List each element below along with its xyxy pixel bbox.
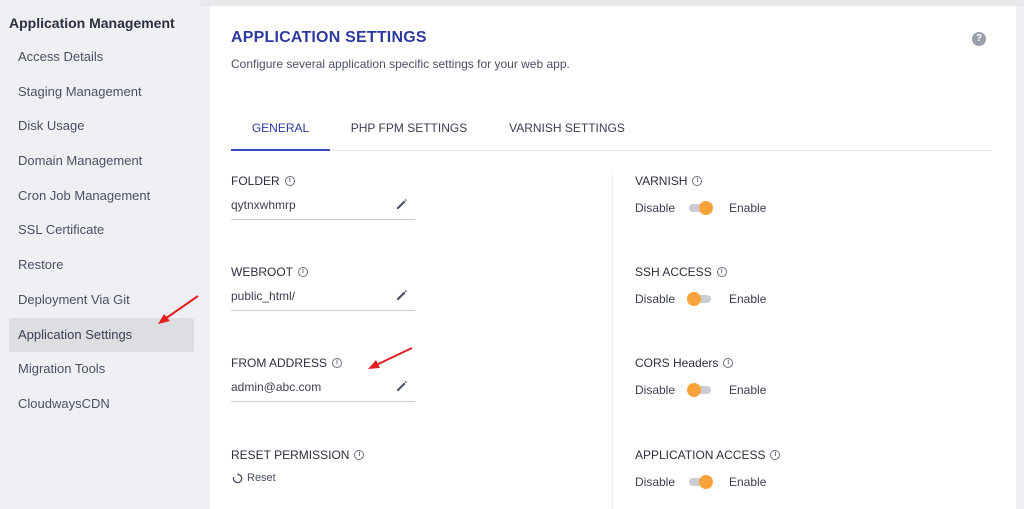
sidebar-item-staging-management[interactable]: Staging Management <box>9 75 194 110</box>
varnish-label: VARNISH i <box>635 174 703 188</box>
reset-permission-label: RESET PERMISSION i <box>231 448 365 462</box>
webroot-label: WEBROOT i <box>231 265 308 279</box>
sidebar-item-ssl-certificate[interactable]: SSL Certificate <box>9 213 194 248</box>
reset-button[interactable]: Reset <box>232 472 276 484</box>
info-icon[interactable]: i <box>354 450 365 460</box>
tab-general[interactable]: GENERAL <box>231 109 330 151</box>
varnish-toggle[interactable] <box>687 201 713 215</box>
tab-php-fpm-settings[interactable]: PHP FPM SETTINGS <box>339 109 479 151</box>
folder-label: FOLDER i <box>231 174 295 188</box>
cors-headers-label: CORS Headers i <box>635 356 734 370</box>
from-address-field[interactable]: admin@abc.com <box>231 376 415 402</box>
sidebar-item-deployment-via-git[interactable]: Deployment Via Git <box>9 283 194 318</box>
from-address-value: admin@abc.com <box>231 380 322 394</box>
info-icon[interactable]: i <box>716 267 727 277</box>
info-icon[interactable]: i <box>770 450 781 460</box>
main-panel: APPLICATION SETTINGS Configure several a… <box>210 6 1016 509</box>
info-icon[interactable]: i <box>692 176 703 186</box>
sidebar-item-disk-usage[interactable]: Disk Usage <box>9 109 194 144</box>
varnish-toggle-row: Disable Enable <box>635 201 767 215</box>
column-divider <box>612 174 613 509</box>
help-icon[interactable]: ? <box>972 32 986 46</box>
info-icon[interactable]: i <box>284 176 295 186</box>
pencil-icon[interactable] <box>395 379 409 393</box>
info-icon[interactable]: i <box>723 358 734 368</box>
application-access-toggle[interactable] <box>687 475 713 489</box>
sidebar-item-cron-job-management[interactable]: Cron Job Management <box>9 179 194 214</box>
ssh-access-toggle-row: Disable Enable <box>635 292 767 306</box>
webroot-field[interactable]: public_html/ <box>231 285 415 311</box>
sidebar-item-domain-management[interactable]: Domain Management <box>9 144 194 179</box>
application-access-toggle-row: Disable Enable <box>635 475 767 489</box>
cors-headers-toggle[interactable] <box>687 383 713 397</box>
info-icon[interactable]: i <box>298 267 308 277</box>
webroot-value: public_html/ <box>231 289 296 303</box>
application-access-label: APPLICATION ACCESS i <box>635 448 781 462</box>
from-address-label: FROM ADDRESS i <box>231 356 343 370</box>
sidebar-item-access-details[interactable]: Access Details <box>9 40 194 75</box>
ssh-access-label: SSH ACCESS i <box>635 265 727 279</box>
folder-value: qytnxwhmrp <box>231 198 296 212</box>
refresh-icon <box>232 472 243 483</box>
pencil-icon[interactable] <box>395 197 409 211</box>
sidebar-item-migration-tools[interactable]: Migration Tools <box>9 352 194 387</box>
page-title: APPLICATION SETTINGS <box>231 29 427 46</box>
sidebar-list: Access Details Staging Management Disk U… <box>9 40 194 422</box>
tab-varnish-settings[interactable]: VARNISH SETTINGS <box>497 109 637 151</box>
sidebar-item-cloudwayscdn[interactable]: CloudwaysCDN <box>9 387 194 422</box>
folder-field[interactable]: qytnxwhmrp <box>231 194 415 220</box>
settings-tabs: GENERAL PHP FPM SETTINGS VARNISH SETTING… <box>231 109 992 151</box>
info-icon[interactable]: i <box>332 358 343 368</box>
pencil-icon[interactable] <box>395 288 409 302</box>
sidebar-item-application-settings[interactable]: Application Settings <box>9 317 194 353</box>
sidebar-item-restore[interactable]: Restore <box>9 248 194 283</box>
sidebar: Application Management Access Details St… <box>0 0 200 509</box>
sidebar-title: Application Management <box>9 15 175 31</box>
ssh-access-toggle[interactable] <box>687 292 713 306</box>
page-subtitle: Configure several application specific s… <box>231 57 570 71</box>
cors-headers-toggle-row: Disable Enable <box>635 383 767 397</box>
